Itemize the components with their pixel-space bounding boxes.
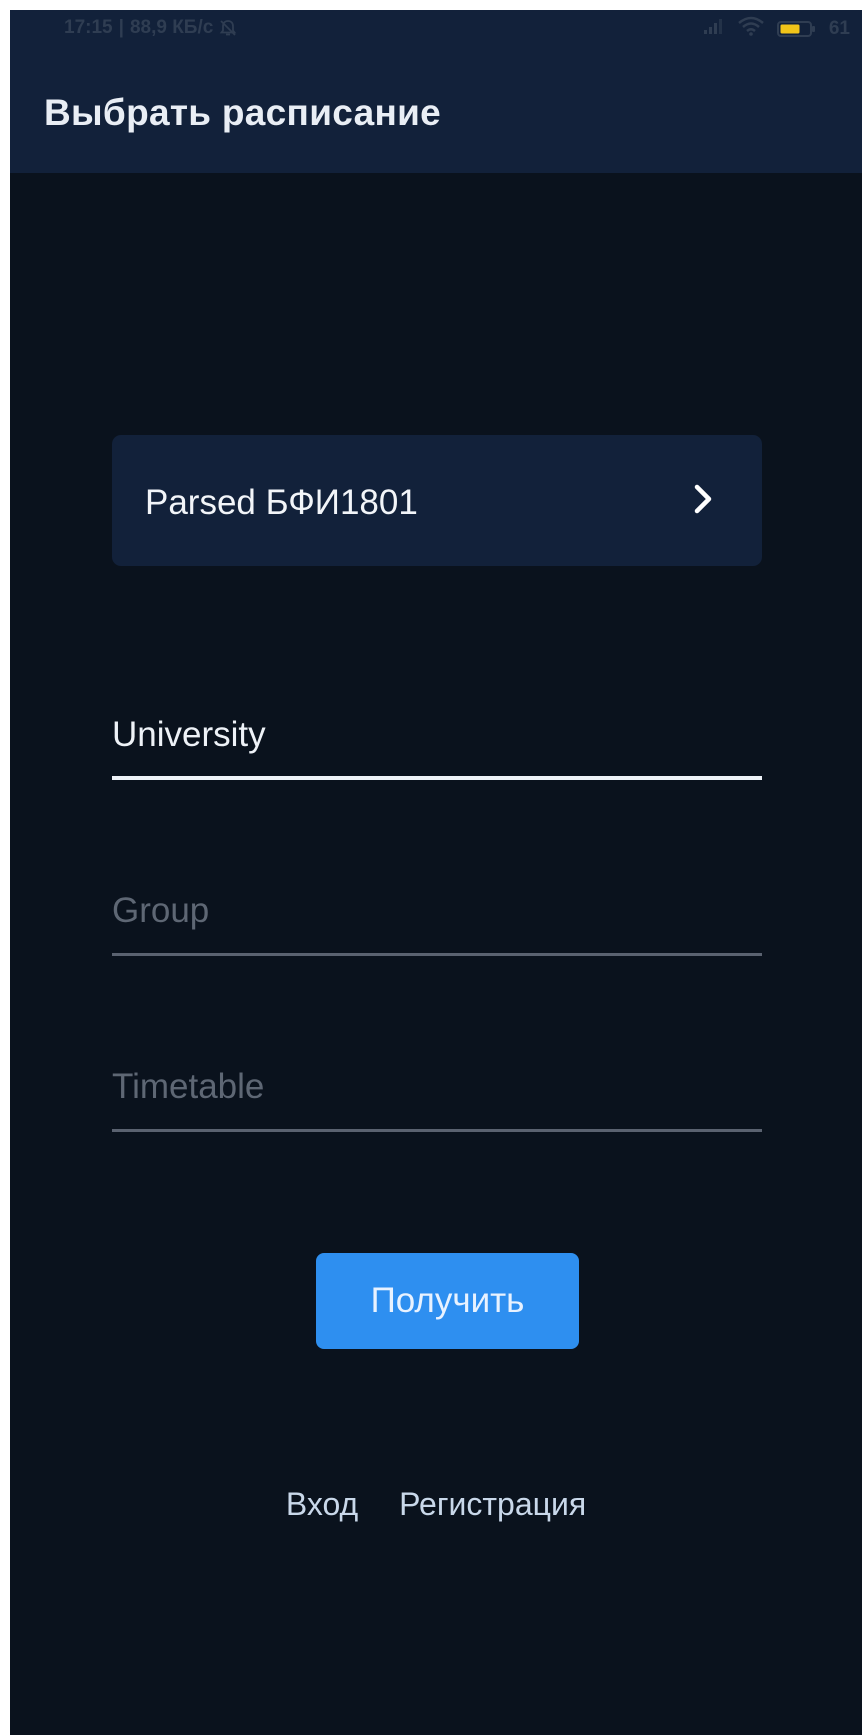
timetable-input[interactable] [112, 1052, 762, 1122]
university-underline [112, 776, 762, 780]
university-input[interactable] [112, 700, 762, 770]
group-underline [112, 953, 762, 956]
wifi-icon [737, 16, 765, 42]
signal-icon [703, 17, 725, 41]
app-header: 17:15 | 88,9 КБ/с 61 Выбрать расписание [10, 10, 862, 173]
chevron-right-icon [692, 482, 716, 516]
timetable-field [112, 1052, 762, 1132]
auth-links: Вход Регистрация [10, 1486, 862, 1523]
group-field [112, 876, 762, 956]
page-title: Выбрать расписание [44, 92, 442, 133]
status-left: 17:15 | 88,9 КБ/с [64, 17, 237, 39]
saved-schedule-card[interactable]: Parsed БФИ1801 [112, 435, 762, 566]
status-separator: | [118, 17, 124, 38]
university-field [112, 700, 762, 780]
status-time: 17:15 [64, 17, 113, 38]
register-link[interactable]: Регистрация [399, 1486, 586, 1522]
timetable-underline [112, 1129, 762, 1132]
login-link[interactable]: Вход [286, 1486, 358, 1522]
app-screen: 17:15 | 88,9 КБ/с 61 Выбрать расписание … [10, 10, 862, 1735]
battery-percent: 61 [828, 18, 850, 39]
status-network-speed: 88,9 КБ/с [129, 17, 214, 38]
get-schedule-button[interactable]: Получить [316, 1253, 579, 1349]
bell-off-icon [219, 19, 237, 37]
status-bar: 17:15 | 88,9 КБ/с 61 [10, 10, 862, 50]
status-right: 61 [703, 16, 850, 42]
group-input[interactable] [112, 876, 762, 946]
saved-schedule-label: Parsed БФИ1801 [145, 483, 418, 522]
battery-icon [776, 19, 817, 39]
